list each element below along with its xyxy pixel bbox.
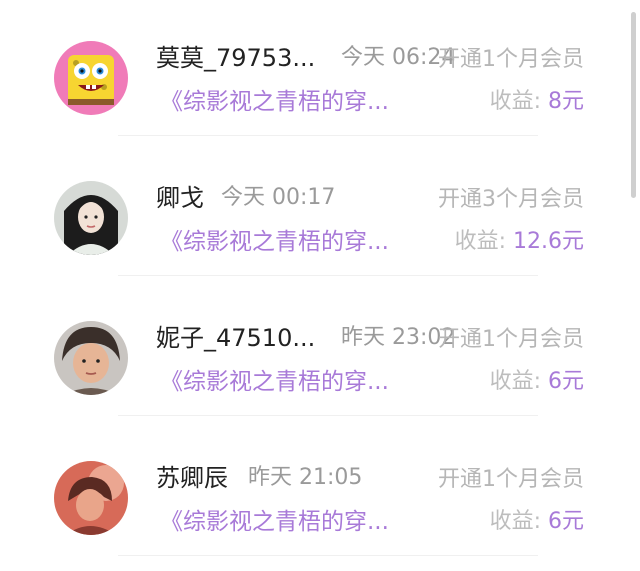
income-amount: 6元 — [548, 509, 584, 534]
user-photo-avatar-icon[interactable] — [54, 321, 128, 395]
book-title-link[interactable]: 《综影视之青梧的穿... — [160, 364, 389, 400]
membership-plan: 开通1个月会员 — [438, 467, 584, 492]
user-photo-avatar-icon[interactable] — [54, 461, 128, 535]
income: 收益: 6元 — [490, 364, 584, 400]
user-photo-avatar-icon[interactable] — [54, 181, 128, 255]
income-amount: 6元 — [548, 369, 584, 394]
list-item[interactable]: 苏卿辰 昨天 21:05 开通1个月会员 《综影视之青梧的穿... 收益: 6元 — [0, 420, 620, 559]
list-item[interactable]: 卿戈 今天 00:17 开通3个月会员 《综影视之青梧的穿... 收益: 12.… — [0, 140, 620, 279]
earnings-list: 莫莫_79753... 今天 06:24 开通1个月会员 《综影视之青梧的穿..… — [0, 0, 640, 571]
book-title-link[interactable]: 《综影视之青梧的穿... — [160, 224, 389, 260]
income-amount: 8元 — [548, 89, 584, 114]
user-name: 莫莫_79753... — [156, 44, 316, 72]
list-item[interactable]: 莫莫_79753... 今天 06:24 开通1个月会员 《综影视之青梧的穿..… — [0, 0, 620, 139]
income-amount: 12.6元 — [513, 229, 584, 254]
income-label: 收益: — [489, 509, 541, 534]
income-label: 收益: — [489, 369, 541, 394]
list-item[interactable]: 妮子_47510... 昨天 23:02 开通1个月会员 《综影视之青梧的穿..… — [0, 280, 620, 419]
divider — [118, 555, 538, 556]
spongebob-avatar-icon[interactable] — [54, 41, 128, 115]
user-name: 卿戈 — [156, 184, 204, 212]
divider — [118, 415, 538, 416]
scrollbar[interactable] — [631, 12, 636, 198]
income: 收益: 8元 — [490, 84, 584, 120]
user-name: 妮子_47510... — [156, 324, 316, 352]
book-title-link[interactable]: 《综影视之青梧的穿... — [160, 84, 389, 120]
income: 收益: 12.6元 — [455, 224, 584, 260]
membership-plan: 开通1个月会员 — [438, 327, 584, 352]
divider — [118, 275, 538, 276]
order-time: 今天 00:17 — [221, 185, 336, 210]
user-name: 苏卿辰 — [156, 464, 228, 492]
income-label: 收益: — [454, 229, 506, 254]
book-title-link[interactable]: 《综影视之青梧的穿... — [160, 504, 389, 540]
income: 收益: 6元 — [490, 504, 584, 540]
order-time: 昨天 21:05 — [248, 465, 363, 490]
divider — [118, 135, 538, 136]
membership-plan: 开通3个月会员 — [438, 187, 584, 212]
membership-plan: 开通1个月会员 — [438, 47, 584, 72]
income-label: 收益: — [489, 89, 541, 114]
